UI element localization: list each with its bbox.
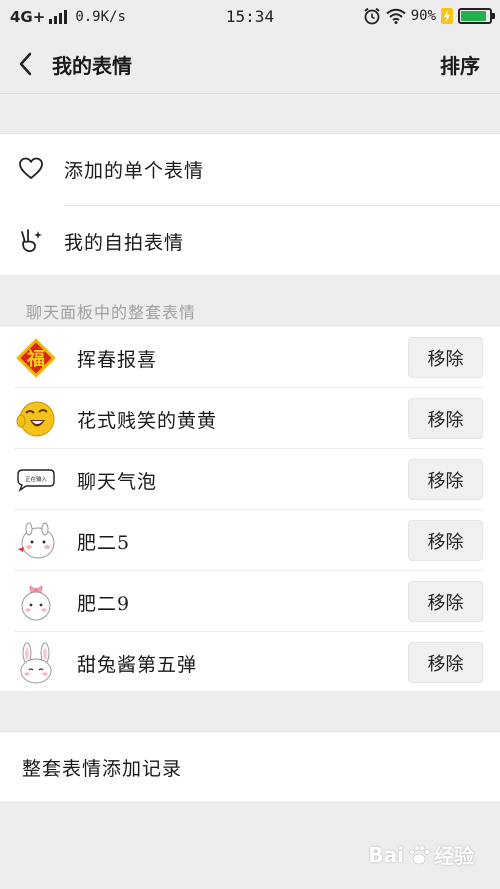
pack-name: 肥二9 [77, 593, 131, 615]
pack-name: 花式贱笑的黄黄 [77, 410, 218, 432]
laughing-emoji-icon [16, 401, 55, 437]
victory-hand-icon [21, 229, 42, 253]
fu-character: 福 [26, 348, 45, 370]
baidu-watermark: Bai 经验 [368, 840, 474, 869]
remove-button[interactable]: 移除 [408, 337, 483, 378]
pack-row: 肥二5 移除 [0, 510, 500, 571]
pack-name: 聊天气泡 [77, 471, 158, 493]
charging-icon [441, 8, 453, 24]
bunny-sticker-icon [18, 522, 55, 559]
pack-row: 甜兔酱第五弹 移除 [0, 632, 500, 693]
add-history-row[interactable]: 整套表情添加记录 [0, 731, 500, 801]
sort-button[interactable]: 排序 [440, 50, 480, 79]
pack-row: 肥二9 移除 [0, 571, 500, 632]
remove-button[interactable]: 移除 [408, 642, 483, 683]
pack-name: 肥二5 [77, 532, 131, 554]
watermark-suffix: 经验 [434, 844, 474, 868]
battery-level [461, 11, 487, 21]
selfie-stickers-label: 我的自拍表情 [64, 232, 185, 254]
chat-bubble-icon: 正在输入 [17, 469, 55, 492]
battery-icon [458, 8, 495, 24]
watermark-brand: Bai [368, 842, 404, 867]
bubble-text: 正在输入 [25, 475, 48, 483]
pack-row: 正在输入 聊天气泡 移除 [0, 449, 500, 510]
selfie-stickers-row[interactable]: 我的自拍表情 [0, 206, 500, 277]
alarm-icon [364, 7, 380, 25]
status-bar: 4G+ 0.9K/s 15:34 90% [0, 0, 500, 34]
remove-button[interactable]: 移除 [408, 520, 483, 561]
my-stickers-group: 添加的单个表情 我的自拍表情 [0, 133, 500, 275]
battery-percent: 90% [410, 8, 436, 24]
pack-row: 福 挥春报喜 移除 [0, 327, 500, 388]
fu-charm-icon: 福 [16, 338, 56, 378]
nav-header: 我的表情 排序 [0, 34, 500, 94]
page-title: 我的表情 [52, 54, 132, 78]
add-history-label: 整套表情添加记录 [22, 758, 183, 780]
sticker-packs-list: 福 挥春报喜 移除 花式贱笑的黄黄 移除 正在输入 聊天气泡 移除 肥二5 移除… [0, 327, 500, 691]
remove-button[interactable]: 移除 [408, 459, 483, 500]
single-stickers-row[interactable]: 添加的单个表情 [0, 134, 500, 205]
back-button[interactable] [12, 48, 42, 80]
paw-icon [409, 844, 430, 864]
remove-button[interactable]: 移除 [408, 398, 483, 439]
wifi-icon [386, 8, 406, 24]
status-right: 90% [363, 7, 495, 25]
pack-name: 甜兔酱第五弹 [77, 654, 198, 676]
pack-row: 花式贱笑的黄黄 移除 [0, 388, 500, 449]
bunny-bow-sticker-icon [21, 585, 51, 621]
section-title: 聊天面板中的整套表情 [26, 303, 197, 322]
heart-icon [19, 157, 43, 179]
rabbit-sticker-icon [20, 642, 52, 684]
pack-name: 挥春报喜 [77, 349, 158, 371]
remove-button[interactable]: 移除 [408, 581, 483, 622]
single-stickers-label: 添加的单个表情 [64, 160, 205, 182]
